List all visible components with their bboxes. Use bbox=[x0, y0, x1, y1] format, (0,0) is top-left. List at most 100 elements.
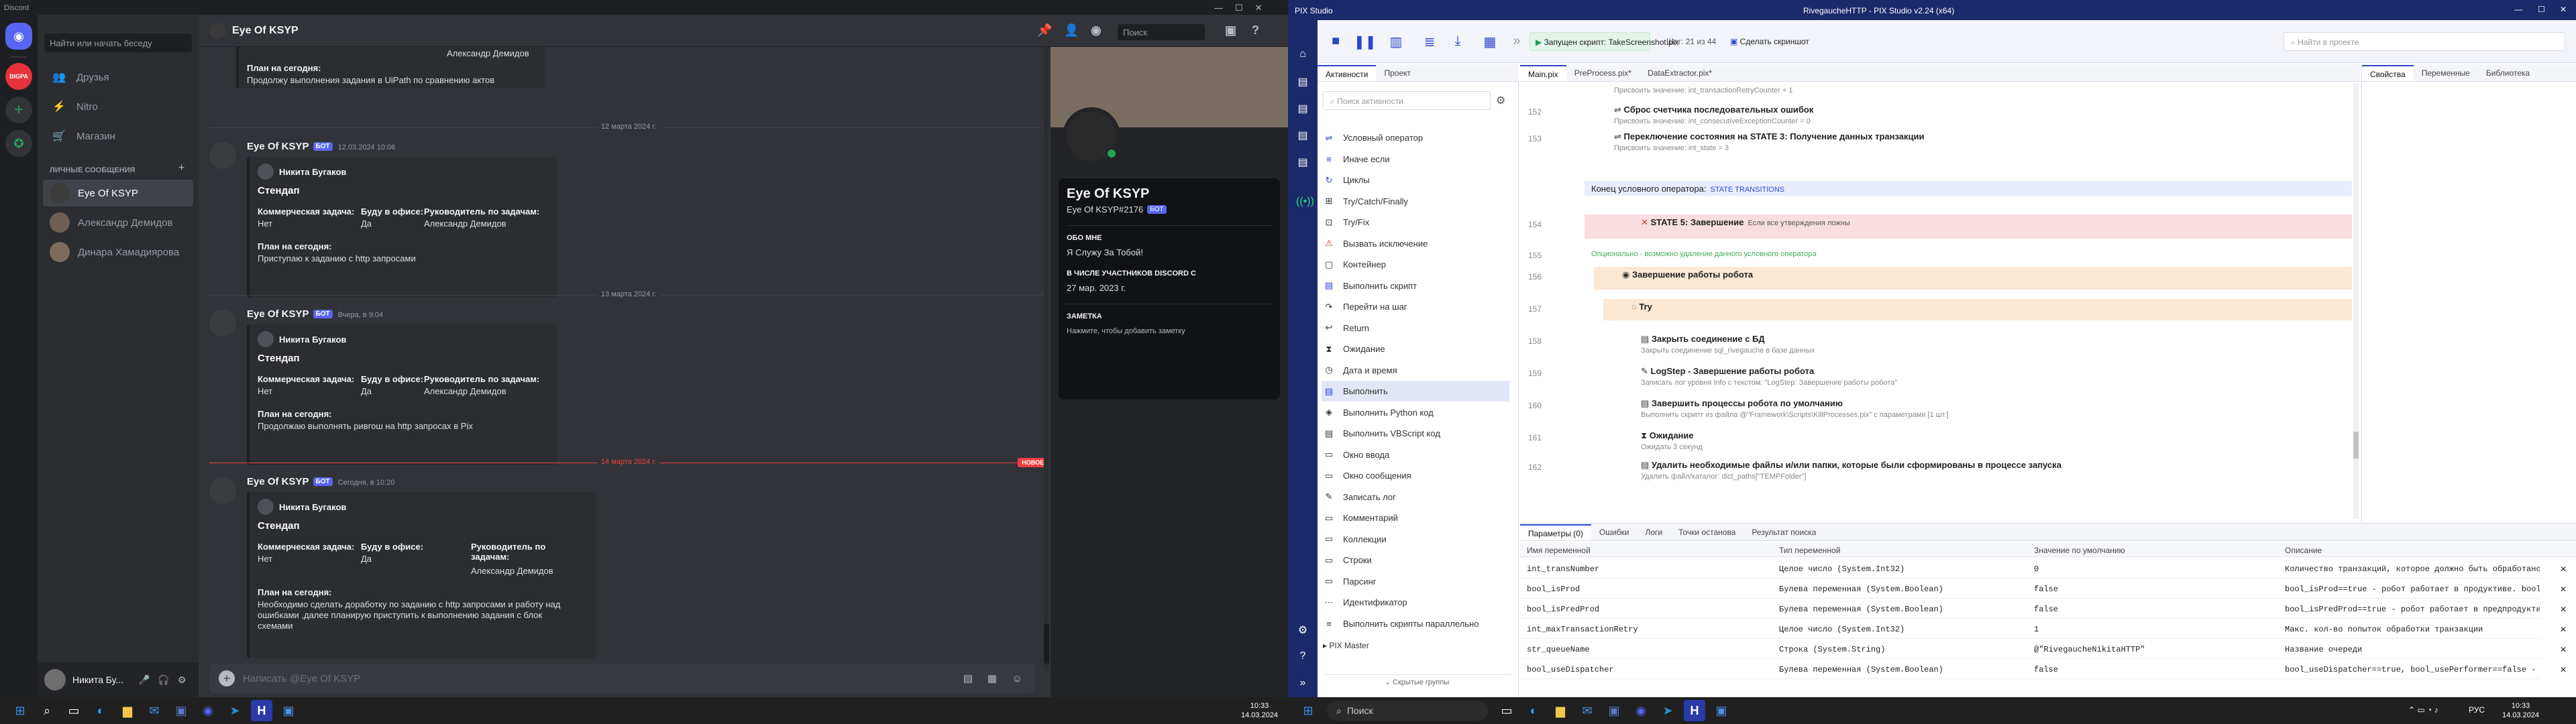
minimize-icon[interactable]: — bbox=[2514, 5, 2522, 14]
editor-scrollbar[interactable] bbox=[2353, 83, 2359, 519]
group-pix-master[interactable]: ▸ PIX Master bbox=[1323, 641, 1369, 650]
delete-variable-icon[interactable]: ✕ bbox=[2560, 625, 2567, 635]
profile-avatar[interactable] bbox=[1063, 107, 1120, 165]
project-search-input[interactable]: ⌕ Найти в проекте bbox=[2284, 32, 2565, 51]
avatar[interactable] bbox=[209, 310, 236, 337]
message-input[interactable]: + Написать @Eye Of KSYP ▤ ▦ ☺ bbox=[209, 664, 1034, 693]
save-icon[interactable]: ▤ bbox=[1296, 102, 1309, 115]
recorder-icon[interactable]: ▦ bbox=[1481, 34, 1499, 51]
start-icon[interactable]: ⊞ bbox=[9, 700, 31, 721]
explore-icon[interactable]: ✪ bbox=[5, 130, 32, 157]
activity-item[interactable]: ≡ Иначе если bbox=[1322, 149, 1509, 170]
search-input[interactable]: Найти или начать беседу bbox=[44, 34, 192, 52]
workflow-step[interactable]: Конец условного оператора: STATE TRANSITI… bbox=[1591, 184, 1784, 194]
task-view-icon[interactable]: ▭ bbox=[63, 700, 85, 721]
variable-row[interactable]: bool_useDispatcher Булева переменная (Sys… bbox=[1520, 659, 2567, 679]
activity-item[interactable]: ⇌ Условный оператор bbox=[1322, 127, 1509, 148]
activity-item[interactable]: ▤ Выполнить скрипт bbox=[1322, 276, 1509, 296]
discord-taskbar-icon[interactable]: ◉ bbox=[197, 700, 219, 721]
variable-row[interactable]: bool_isProd Булева переменная (System.Boo… bbox=[1520, 579, 2567, 599]
discord-home-icon[interactable]: ◉ bbox=[5, 23, 32, 50]
workflow-step[interactable]: ▤ Удалить необходимые файлы и/или папки,… bbox=[1641, 460, 2061, 481]
delete-variable-icon[interactable]: ✕ bbox=[2560, 605, 2567, 615]
tab-logs[interactable]: Логи bbox=[1637, 524, 1670, 540]
delete-variable-icon[interactable]: ✕ bbox=[2560, 564, 2567, 575]
tab-activities[interactable]: Активности bbox=[1318, 65, 1377, 81]
inbox-icon[interactable]: ▣ bbox=[1225, 23, 1236, 38]
activity-item[interactable]: ↻ Циклы bbox=[1322, 170, 1509, 190]
help-icon[interactable]: ? bbox=[1296, 650, 1309, 664]
app-icon[interactable]: ▣ bbox=[1711, 700, 1732, 721]
variable-row[interactable]: str_queueName Строка (System.String) @"Riv… bbox=[1520, 639, 2567, 659]
edge-icon[interactable]: ◐ bbox=[1523, 700, 1544, 721]
help-icon[interactable]: ? bbox=[1252, 23, 1259, 38]
close-icon[interactable]: ✕ bbox=[1255, 3, 1263, 13]
workflow-step[interactable]: ◉ Завершение работы робота bbox=[1622, 269, 1753, 280]
avatar[interactable] bbox=[209, 477, 236, 504]
tab-main-pix[interactable]: Main.pix bbox=[1520, 65, 1566, 81]
tab-project[interactable]: Проект bbox=[1376, 65, 1419, 81]
explorer-icon[interactable]: ▆ bbox=[117, 700, 138, 721]
message-author[interactable]: Eye Of KSYP bbox=[247, 476, 309, 487]
workflow-step[interactable]: ▤ Завершить процессы робота по умолчанию… bbox=[1641, 398, 1948, 419]
tab-variables[interactable]: Переменные bbox=[2414, 65, 2478, 81]
message-author[interactable]: Eye Of KSYP bbox=[247, 308, 309, 320]
close-icon[interactable]: ✕ bbox=[2560, 5, 2567, 14]
nav-friends[interactable]: 👥 Друзья bbox=[43, 64, 193, 90]
mic-icon[interactable]: 🎤 bbox=[138, 674, 150, 686]
app-icon[interactable]: ▣ bbox=[170, 700, 192, 721]
nav-shop[interactable]: 🛒 Магазин bbox=[43, 123, 193, 149]
dm-dinara[interactable]: Динара Хамадиярова bbox=[43, 239, 193, 265]
activity-item[interactable]: ▭ Парсинг bbox=[1322, 571, 1509, 592]
activity-item[interactable]: ▭ Строки bbox=[1322, 550, 1509, 570]
activity-item[interactable]: ▤ Выполнить bbox=[1322, 381, 1509, 402]
telegram-icon[interactable]: ➤ bbox=[224, 700, 246, 721]
tab-library[interactable]: Библиотека bbox=[2478, 65, 2538, 81]
activity-item[interactable]: ▢ Контейнер bbox=[1322, 254, 1509, 275]
start-icon[interactable]: ⊞ bbox=[1297, 700, 1319, 721]
taskbar-search-input[interactable]: ⌕ Поиск bbox=[1327, 701, 1488, 721]
minimize-icon[interactable]: — bbox=[1214, 3, 1223, 13]
sticker-icon[interactable]: ▦ bbox=[987, 672, 997, 684]
emoji-icon[interactable]: ☺ bbox=[1012, 673, 1022, 684]
delete-variable-icon[interactable]: ✕ bbox=[2560, 585, 2567, 595]
settings-icon[interactable]: ⚙ bbox=[178, 674, 186, 686]
tab-breakpoints[interactable]: Точки останова bbox=[1670, 524, 1743, 540]
activity-item[interactable]: ≡ Выполнить скрипты параллельно bbox=[1322, 613, 1509, 634]
workflow-step[interactable]: ▤ Закрыть соединение с БД Закрыть соедине… bbox=[1641, 334, 1815, 355]
mail-icon[interactable]: ✉ bbox=[1576, 700, 1598, 721]
add-server-icon[interactable]: + bbox=[5, 97, 32, 123]
home-icon[interactable]: ⌂ bbox=[1296, 48, 1309, 62]
variable-row[interactable]: int_transNumber Целое число (System.Int32… bbox=[1520, 558, 2567, 579]
stop-icon[interactable]: ■ bbox=[1327, 34, 1344, 51]
activity-item[interactable]: ▭ Окно сообщения bbox=[1322, 465, 1509, 486]
tab-preprocess-pix[interactable]: PreProcess.pix* bbox=[1566, 65, 1640, 81]
workflow-step[interactable]: ✕ STATE 5: Завершение Если все утверждени… bbox=[1641, 217, 1850, 228]
step-over-icon[interactable]: ≣ bbox=[1421, 34, 1438, 51]
workflow-step[interactable]: ⇌ Переключение состояния на STATE 3: Пол… bbox=[1614, 131, 1925, 152]
app-icon[interactable]: ▣ bbox=[278, 700, 299, 721]
edge-icon[interactable]: ◐ bbox=[90, 700, 111, 721]
workflow-step[interactable]: Присвоить значение: int_transactionRetry… bbox=[1614, 84, 1792, 95]
settings-icon[interactable]: ⚙ bbox=[1296, 623, 1309, 637]
export-icon[interactable]: ▤ bbox=[1296, 156, 1309, 169]
workflow-step[interactable]: ⧗ Ожидание Ожидать 3 секунд bbox=[1641, 430, 1703, 451]
explorer-icon[interactable]: ▆ bbox=[1550, 700, 1571, 721]
delete-variable-icon[interactable]: ✕ bbox=[2560, 645, 2567, 655]
activity-item[interactable]: ⧗ Ожидание bbox=[1322, 339, 1509, 359]
clock[interactable]: 10:33 14.03.2024 bbox=[1241, 701, 1278, 720]
pix-taskbar-icon[interactable]: Н bbox=[1684, 700, 1705, 721]
pix-taskbar-icon[interactable]: Н bbox=[251, 700, 272, 721]
workflow-step[interactable]: ◌ Try bbox=[1631, 302, 1652, 312]
tab-search-results[interactable]: Результат поиска bbox=[1743, 524, 1824, 540]
telegram-icon[interactable]: ➤ bbox=[1657, 700, 1678, 721]
avatar[interactable] bbox=[44, 669, 66, 690]
delete-variable-icon[interactable]: ✕ bbox=[2560, 665, 2567, 675]
search-icon[interactable]: ⌕ bbox=[36, 700, 58, 721]
task-view-icon[interactable]: ▭ bbox=[1496, 700, 1517, 721]
activity-search-input[interactable]: ⌕ Поиск активности bbox=[1323, 91, 1491, 110]
open-icon[interactable]: ▤ bbox=[1296, 75, 1309, 88]
maximize-icon[interactable]: ☐ bbox=[1235, 3, 1243, 13]
maximize-icon[interactable]: ☐ bbox=[2538, 5, 2545, 14]
save-as-icon[interactable]: ▤ bbox=[1296, 129, 1309, 142]
